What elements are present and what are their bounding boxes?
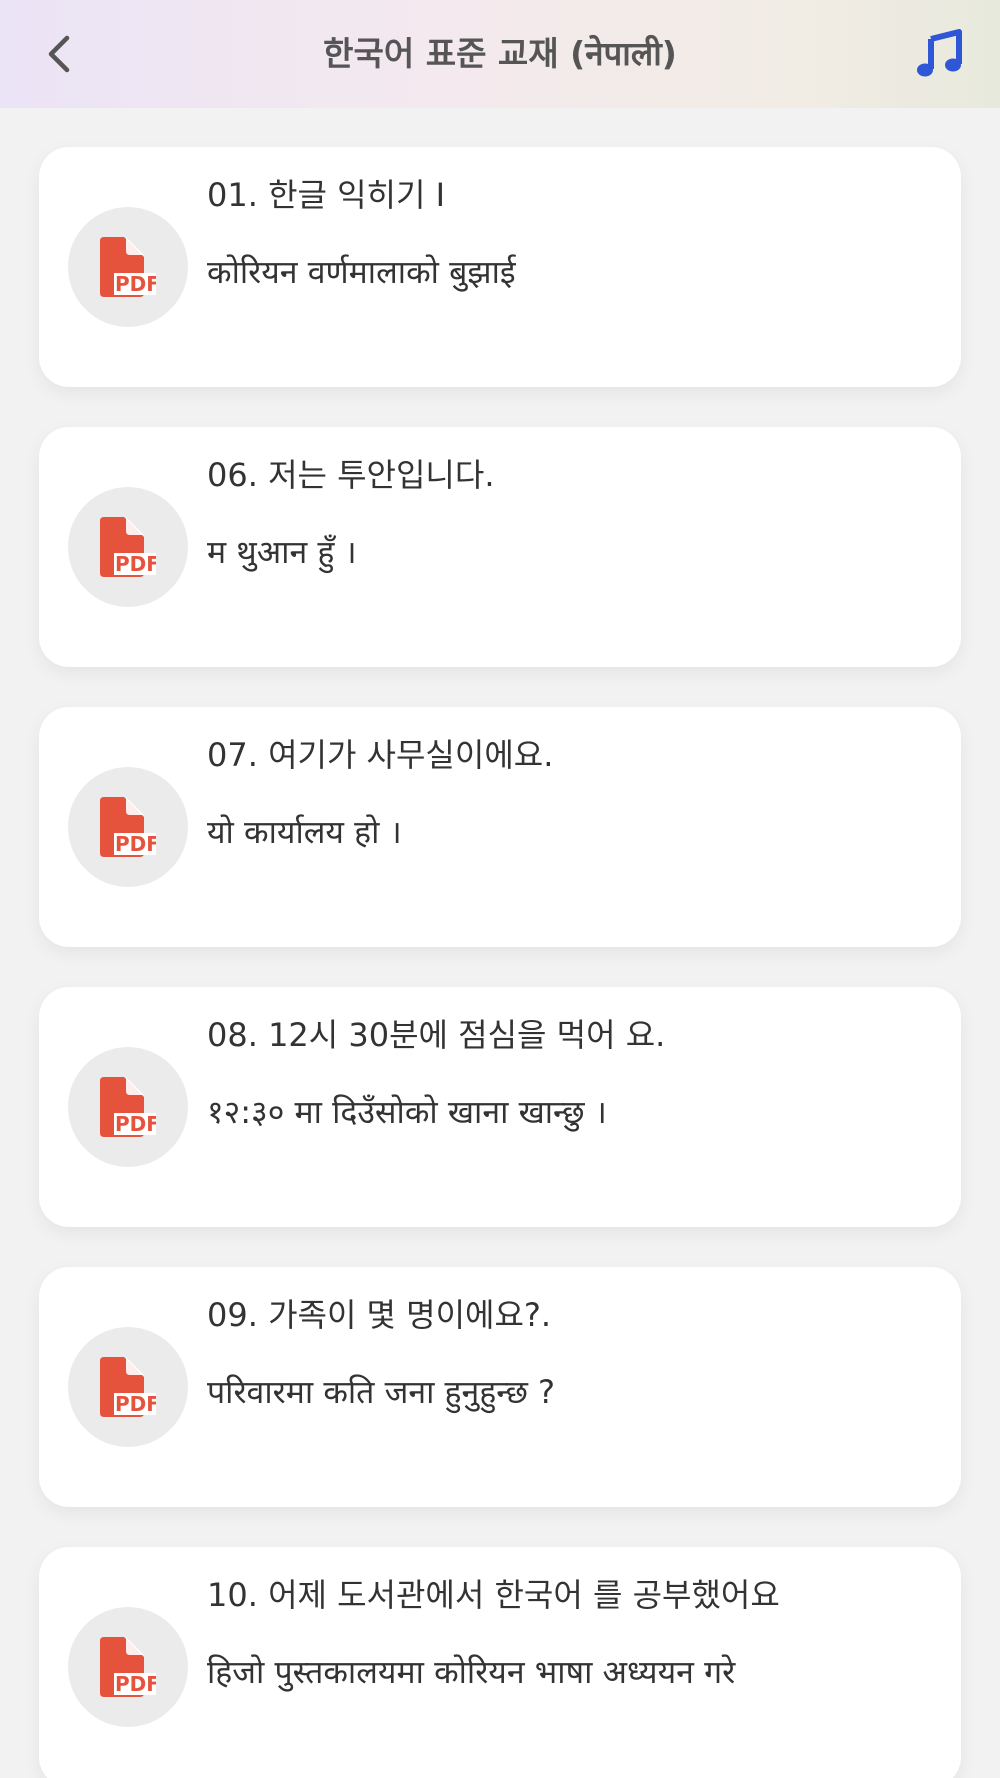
svg-text:PDF: PDF <box>115 552 156 576</box>
lesson-subtitle: १२:३० मा दिउँसोको खाना खान्छु । <box>207 1093 607 1131</box>
lesson-card[interactable]: PDF 09. 가족이 몇 명이에요?. परिवारमा कति जना हु… <box>39 1267 961 1507</box>
lesson-card[interactable]: PDF 07. 여기가 사무실이에요. यो कार्यालय हो । <box>39 707 961 947</box>
svg-text:PDF: PDF <box>115 1392 156 1416</box>
pdf-file-icon: PDF <box>100 1077 156 1137</box>
lesson-title: 01. 한글 익히기 Ⅰ <box>207 176 446 214</box>
lesson-card[interactable]: PDF 06. 저는 투안입니다. म थुआन हुँ । <box>39 427 961 667</box>
pdf-icon-container: PDF <box>68 1327 188 1447</box>
app-header: 한국어 표준 교재 (नेपाली) <box>0 0 1000 108</box>
page-title: 한국어 표준 교재 (नेपाली) <box>323 34 677 73</box>
lesson-card[interactable]: PDF 01. 한글 익히기 Ⅰ कोरियन वर्णमालाको बुझाई <box>39 147 961 387</box>
music-button[interactable] <box>910 24 970 84</box>
lesson-subtitle: कोरियन वर्णमालाको बुझाई <box>207 253 516 291</box>
lesson-title: 07. 여기가 사무실이에요. <box>207 736 554 774</box>
pdf-file-icon: PDF <box>100 1357 156 1417</box>
lesson-title: 06. 저는 투안입니다. <box>207 456 495 494</box>
lesson-title: 10. 어제 도서관에서 한국어 를 공부했어요 <box>207 1576 780 1614</box>
lesson-subtitle: परिवारमा कति जना हुनुहुन्छ ? <box>207 1373 556 1411</box>
pdf-icon-container: PDF <box>68 767 188 887</box>
lesson-subtitle: हिजो पुस्तकालयमा कोरियन भाषा अध्ययन गरे <box>207 1653 736 1691</box>
pdf-icon-container: PDF <box>68 207 188 327</box>
lesson-list[interactable]: PDF 01. 한글 익히기 Ⅰ कोरियन वर्णमालाको बुझाई… <box>0 108 1000 1778</box>
music-note-icon <box>917 29 962 77</box>
pdf-file-icon: PDF <box>100 237 156 297</box>
svg-text:PDF: PDF <box>115 272 156 296</box>
svg-text:PDF: PDF <box>115 832 156 856</box>
svg-text:PDF: PDF <box>115 1112 156 1136</box>
pdf-icon-container: PDF <box>68 1047 188 1167</box>
lesson-title: 09. 가족이 몇 명이에요?. <box>207 1296 552 1334</box>
lesson-title: 08. 12시 30분에 점심을 먹어 요. <box>207 1016 666 1054</box>
pdf-file-icon: PDF <box>100 517 156 577</box>
lesson-subtitle: यो कार्यालय हो । <box>207 813 402 851</box>
pdf-file-icon: PDF <box>100 797 156 857</box>
pdf-icon-container: PDF <box>68 1607 188 1727</box>
pdf-icon-container: PDF <box>68 487 188 607</box>
pdf-file-icon: PDF <box>100 1637 156 1697</box>
lesson-subtitle: म थुआन हुँ । <box>207 533 357 571</box>
lesson-card[interactable]: PDF 08. 12시 30분에 점심을 먹어 요. १२:३० मा दिउँ… <box>39 987 961 1227</box>
svg-text:PDF: PDF <box>115 1672 156 1696</box>
lesson-card[interactable]: PDF 10. 어제 도서관에서 한국어 를 공부했어요 हिजो पुस्तक… <box>39 1547 961 1778</box>
